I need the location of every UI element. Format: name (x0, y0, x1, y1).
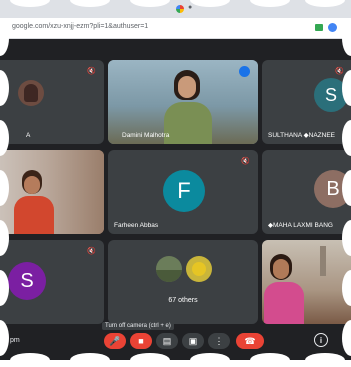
background-figure (320, 246, 326, 276)
captions-icon[interactable]: ▤ (156, 333, 178, 349)
avatar-initial-s: S (8, 262, 46, 300)
decorative-border-bottom (0, 353, 351, 367)
participant-tile-damini[interactable]: Damini Malhotra (108, 60, 258, 144)
meeting-time: pm (10, 337, 20, 344)
participant-name: ◆MAHA LAXMI BANG (268, 222, 333, 229)
address-bar[interactable]: google.com/xzu-xnjj-ezm?pli=1&authuser=1 (0, 18, 351, 39)
participant-tile-farheen[interactable]: F 🔇 Farheen Abbas (108, 150, 258, 234)
profile-avatar-icon[interactable] (328, 23, 337, 32)
person-body (14, 196, 54, 234)
participant-tile[interactable]: 🔇 A (0, 60, 104, 144)
mic-off-icon: 🔇 (87, 248, 96, 255)
participant-tile-sulthana[interactable]: S 🔇 SULTHANA ◆NAZNEE (262, 60, 351, 144)
person-face (178, 76, 196, 98)
decorative-border-left (0, 0, 9, 360)
participant-tile-video[interactable] (0, 150, 104, 234)
speaking-indicator-icon (239, 66, 250, 77)
participant-tile-video-2[interactable] (262, 240, 351, 324)
mic-off-icon[interactable]: 🎤 (104, 333, 126, 349)
url-text[interactable]: google.com/xzu-xnjj-ezm?pli=1&authuser=1 (12, 23, 148, 30)
participant-name: Damini Malhotra (122, 132, 170, 139)
participant-tile-mahalaxmi[interactable]: B ◆MAHA LAXMI BANG (262, 150, 351, 234)
person-body (164, 102, 212, 144)
call-end-icon[interactable]: ☎ (236, 333, 264, 349)
participant-name: SULTHANA ◆NAZNEE (268, 132, 336, 139)
extension-icon[interactable] (315, 24, 323, 31)
meet-window: ● google.com/xzu-xnjj-ezm?pli=1&authuser… (0, 0, 351, 360)
decorative-border-right (342, 0, 351, 360)
participant-name: A (26, 132, 31, 139)
person-face (273, 259, 289, 279)
others-tile[interactable]: 67 others (108, 240, 258, 324)
person-body (264, 282, 304, 324)
info-icon[interactable]: i (314, 333, 328, 347)
present-screen-icon[interactable]: ▣ (182, 333, 204, 349)
avatar-initial-f: F (163, 170, 205, 212)
participant-name: Farheen Abbas (114, 222, 159, 229)
camera-off-icon[interactable]: ■ (130, 333, 152, 349)
more-options-icon[interactable]: ⋮ (208, 333, 230, 349)
decorative-border-top (0, 0, 351, 7)
mic-off-icon: 🔇 (241, 158, 250, 165)
participant-photo (18, 80, 44, 106)
others-count: 67 others (168, 297, 198, 304)
others-avatar-1 (156, 256, 182, 282)
person-face (24, 176, 40, 194)
participant-tile-s[interactable]: S 🔇 (0, 240, 104, 324)
others-avatar-2 (186, 256, 212, 282)
mic-off-icon: 🔇 (87, 68, 96, 75)
camera-tooltip: Turn off camera (ctrl + e) (102, 322, 174, 330)
